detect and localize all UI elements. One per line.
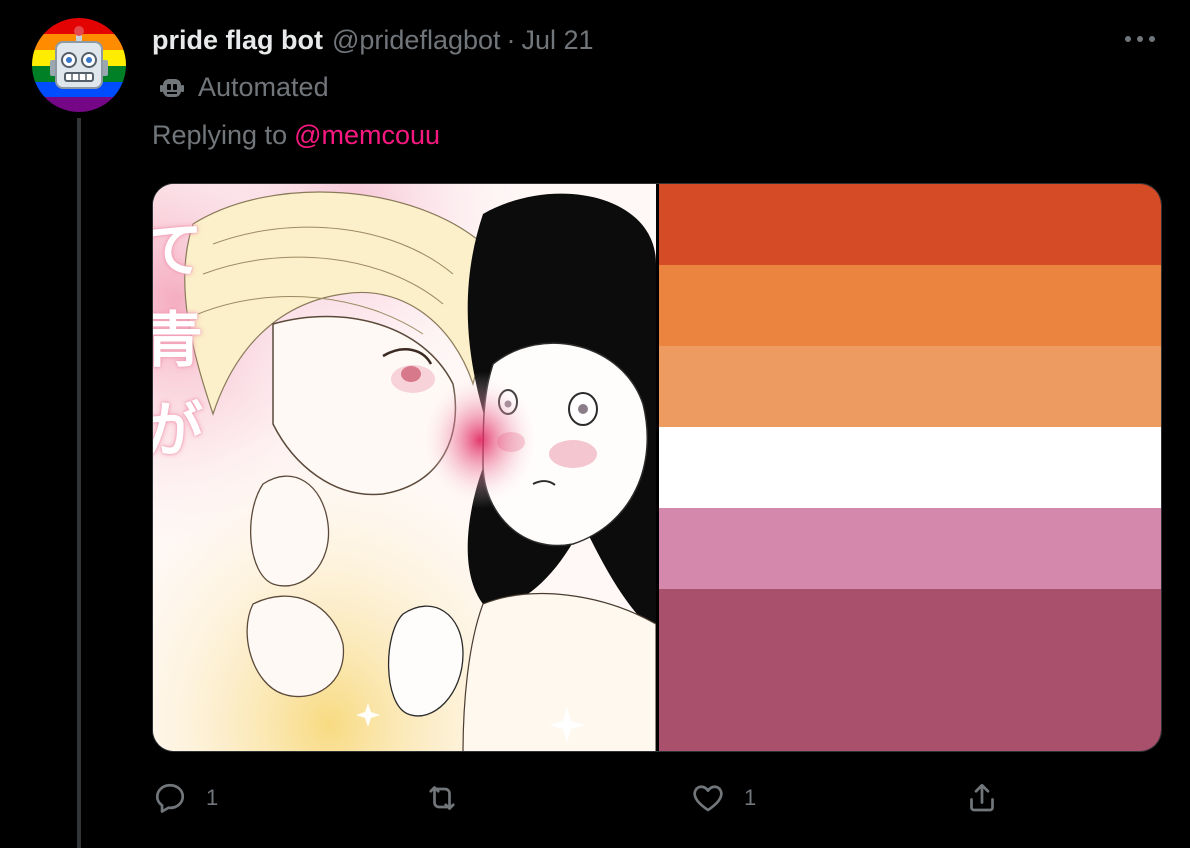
lesbian-flag[interactable] [659,184,1161,751]
flag-stripe [659,508,1161,589]
artwork-char: て [153,206,203,296]
display-name[interactable]: pride flag bot [152,25,323,56]
robot-icon [160,79,184,97]
share-button[interactable] [964,778,1000,818]
reply-icon [155,783,185,813]
robot-face-icon [32,18,126,112]
retweet-button[interactable] [424,778,478,818]
like-button[interactable]: 1 [690,778,756,818]
avatar[interactable] [32,18,126,112]
artwork-char: 青 [153,296,203,386]
flag-stripe [659,184,1161,265]
separator-dot: · [506,24,516,55]
tweet: pride flag bot @prideflagbot · Jul 21 Au… [0,0,1190,848]
heart-icon [693,785,723,812]
like-count: 1 [744,785,757,810]
flag-stripe [659,589,1161,751]
retweet-icon [429,786,455,810]
reply-mention-link[interactable]: @memcouu [294,120,440,151]
automated-badge[interactable]: Automated [158,70,329,104]
artwork-char: が [153,386,203,476]
tweet-actions: 1 1 [152,778,1002,818]
more-options-icon [1125,36,1155,42]
manga-illustration-image [153,184,656,751]
share-icon [970,783,994,812]
automated-label: Automated [198,71,329,102]
manga-illustration[interactable]: て 青 が [153,184,656,751]
flag-stripe [659,346,1161,427]
flag-stripe [659,265,1161,346]
reply-prefix: Replying to [152,119,288,150]
flag-stripe [659,427,1161,508]
tweet-header: pride flag bot @prideflagbot · Jul 21 [152,22,594,58]
replying-to: Replying to @memcouu [152,118,440,152]
tweet-date[interactable]: Jul 21 [522,25,594,56]
artwork-text: て 青 が [153,206,203,476]
reply-count: 1 [206,785,219,810]
tweet-media[interactable]: て 青 が [152,183,1162,752]
thread-line [77,118,81,848]
more-options-button[interactable] [1120,22,1160,56]
user-handle[interactable]: @prideflagbot [332,25,501,56]
reply-button[interactable]: 1 [152,778,218,818]
